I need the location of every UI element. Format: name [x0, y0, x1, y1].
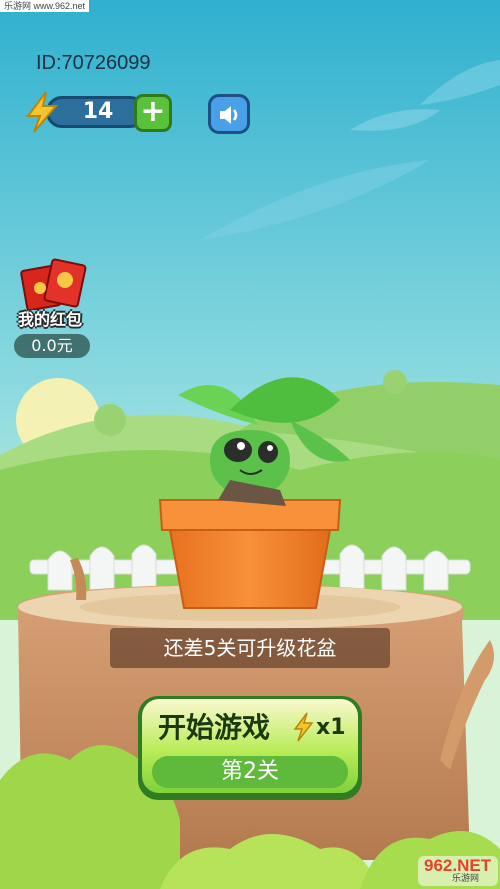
user-id: ID:70726099: [36, 52, 151, 74]
current-stage[interactable]: 第2关: [152, 756, 348, 788]
start-game-label[interactable]: 开始游戏: [158, 706, 308, 750]
watermark-logo: 962.NET: [424, 856, 492, 875]
watermark-sub: 乐游网: [452, 874, 480, 884]
energy-count: 14: [82, 99, 114, 124]
speaker-icon: [220, 106, 238, 124]
red-packet-label[interactable]: 我的红包: [8, 306, 92, 330]
energy-bolt-icon: [26, 91, 59, 133]
energy-cost-bolt-icon: [293, 712, 314, 742]
level-up-hint: 还差5关可升级花盆: [110, 628, 390, 668]
red-packet-amount: 0.0元: [14, 334, 90, 358]
energy-cost: x1: [316, 715, 346, 740]
red-envelope-icon[interactable]: [20, 258, 90, 310]
add-energy-button[interactable]: +: [134, 94, 172, 132]
watermark-top: 乐游网 www.962.net: [0, 0, 90, 12]
sound-toggle-button[interactable]: [208, 94, 250, 134]
plus-icon: +: [140, 94, 166, 129]
